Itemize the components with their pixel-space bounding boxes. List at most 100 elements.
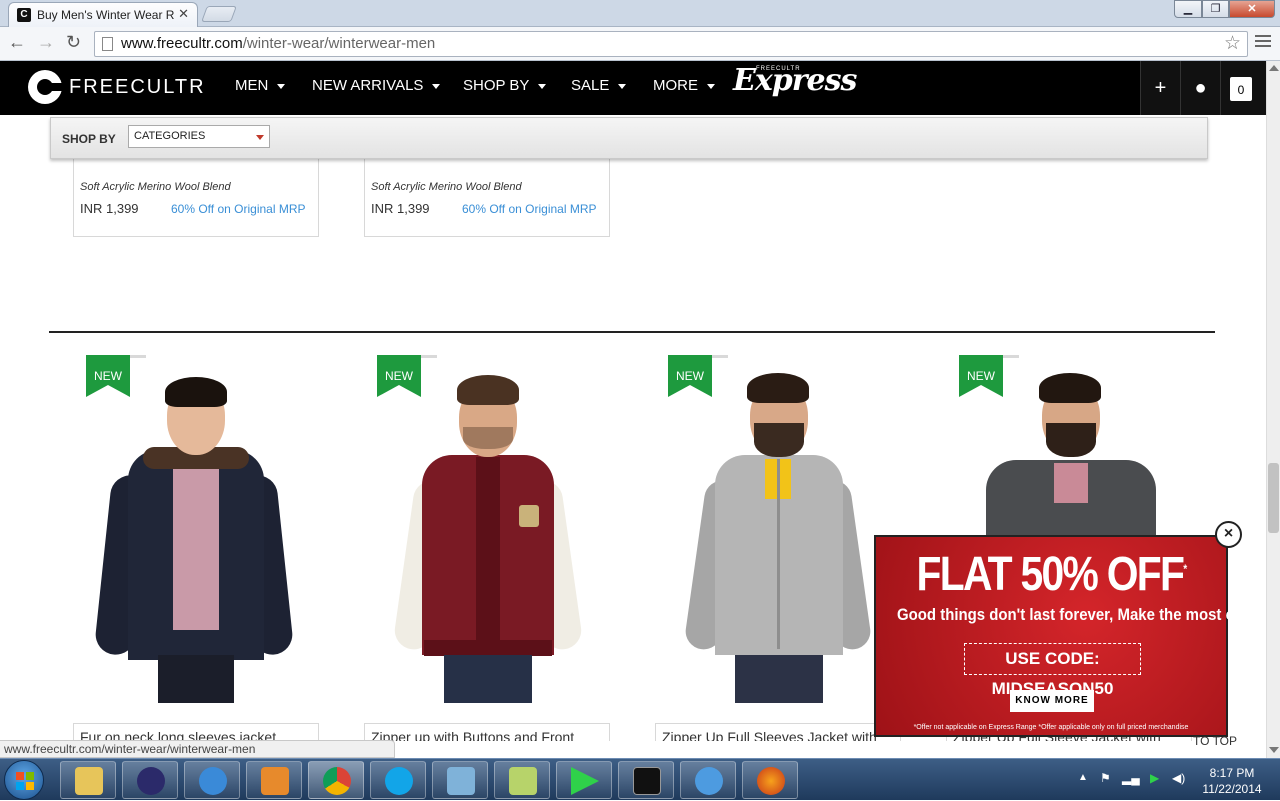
user-account-icon[interactable]: ● bbox=[1180, 61, 1220, 115]
know-more-button[interactable]: KNOW MORE bbox=[1010, 690, 1094, 712]
product-card-previous[interactable]: Soft Acrylic Merino Wool Blend INR 1,399… bbox=[364, 159, 610, 237]
model-figure bbox=[73, 355, 319, 703]
promo-headline-asterisk: * bbox=[1183, 562, 1187, 576]
new-badge-label: NEW bbox=[967, 369, 995, 383]
shop-by-bar: SHOP BY CATEGORIES bbox=[50, 117, 1208, 159]
folder-icon bbox=[75, 767, 103, 795]
link-status-bar: www.freecultr.com/winter-wear/winterwear… bbox=[0, 740, 395, 758]
terminal-icon bbox=[633, 767, 661, 795]
categories-select-value: CATEGORIES bbox=[134, 130, 206, 142]
browser-menu-icon[interactable] bbox=[1255, 35, 1271, 50]
url-domain: www.freecultr.com bbox=[121, 35, 243, 52]
volume-icon[interactable]: ◀) bbox=[1172, 771, 1185, 785]
taskbar-firefox[interactable] bbox=[742, 761, 798, 799]
product-card-previous[interactable]: Soft Acrylic Merino Wool Blend INR 1,399… bbox=[73, 159, 319, 237]
bookmark-star-icon[interactable]: ☆ bbox=[1224, 32, 1241, 56]
express-logo[interactable]: Express bbox=[733, 63, 857, 98]
forward-arrow-icon[interactable]: → bbox=[37, 32, 55, 53]
taskbar-file-explorer[interactable] bbox=[60, 761, 116, 799]
nav-sale[interactable]: SALE bbox=[571, 77, 627, 94]
new-badge-label: NEW bbox=[385, 369, 413, 383]
url-path: /winter-wear/winterwear-men bbox=[242, 35, 436, 52]
promo-subline: Good things don't last forever, Make the… bbox=[897, 605, 1280, 624]
promo-headline: FLAT 50% OFF* bbox=[902, 547, 1200, 602]
section-divider bbox=[49, 331, 1215, 333]
tray-expand-icon[interactable]: ▲ bbox=[1078, 772, 1088, 783]
add-user-icon[interactable]: + bbox=[1140, 61, 1180, 115]
taskbar-green-arrow-app[interactable] bbox=[556, 761, 612, 799]
windows-flag-icon bbox=[16, 772, 34, 790]
promo-close-icon[interactable]: × bbox=[1215, 521, 1242, 548]
taskbar-itunes[interactable] bbox=[680, 761, 736, 799]
browser-tab[interactable]: C Buy Men's Winter Wear Ra ✕ bbox=[8, 2, 198, 27]
page-icon bbox=[102, 37, 113, 51]
scroll-down-icon[interactable] bbox=[1269, 747, 1279, 753]
new-tab-button[interactable] bbox=[201, 6, 237, 22]
nav-new-arrivals[interactable]: NEW ARRIVALS bbox=[312, 77, 441, 94]
back-to-top-link[interactable]: TO TOP bbox=[1193, 734, 1237, 748]
nav-shop-by-label: SHOP BY bbox=[463, 77, 530, 94]
model-figure bbox=[655, 355, 901, 703]
nav-more[interactable]: MORE bbox=[653, 77, 715, 94]
green-arrow-tray-icon[interactable]: ▶ bbox=[1150, 771, 1159, 785]
freecultr-logo-icon[interactable] bbox=[28, 70, 64, 104]
address-bar[interactable]: www.freecultr.com/winter-wear/winterwear… bbox=[94, 31, 1248, 57]
dropdown-arrow-icon bbox=[256, 135, 264, 140]
address-url[interactable]: www.freecultr.com/winter-wear/winterwear… bbox=[121, 32, 435, 56]
site-header: FREECULTR MEN NEW ARRIVALS SHOP BY SALE … bbox=[0, 61, 1266, 115]
back-arrow-icon[interactable]: ← bbox=[8, 32, 26, 53]
control-panel-icon bbox=[447, 767, 475, 795]
discount-link[interactable]: 60% Off on Original MRP bbox=[462, 202, 597, 216]
window-minimize-button[interactable]: ▁ bbox=[1174, 0, 1202, 18]
new-badge: NEW bbox=[668, 355, 728, 399]
promo-popup[interactable]: FLAT 50% OFF* Good things don't last for… bbox=[874, 535, 1280, 737]
tab-close-icon[interactable]: ✕ bbox=[178, 6, 189, 22]
nav-men[interactable]: MEN bbox=[235, 77, 286, 94]
taskbar-internet-explorer[interactable] bbox=[184, 761, 240, 799]
caret-down-icon bbox=[432, 83, 441, 89]
taskbar-media-player[interactable] bbox=[246, 761, 302, 799]
product-image[interactable] bbox=[73, 355, 319, 703]
product-image[interactable] bbox=[364, 355, 610, 703]
caret-down-icon bbox=[538, 83, 547, 89]
discount-link[interactable]: 60% Off on Original MRP bbox=[171, 202, 306, 216]
network-signal-icon[interactable]: ▂▄ bbox=[1122, 771, 1140, 785]
nav-more-label: MORE bbox=[653, 77, 698, 94]
nav-shop-by[interactable]: SHOP BY bbox=[463, 77, 547, 94]
product-price: INR 1,399 bbox=[371, 201, 430, 216]
product-name[interactable]: Zipper up with Buttons and Front Rounded… bbox=[364, 723, 610, 741]
notepad-icon bbox=[509, 767, 537, 795]
taskbar-eclipse[interactable] bbox=[122, 761, 178, 799]
taskbar-control-panel[interactable] bbox=[432, 761, 488, 799]
window-close-button[interactable]: ✕ bbox=[1229, 0, 1275, 18]
skype-icon bbox=[385, 767, 413, 795]
reload-icon[interactable]: ↻ bbox=[66, 32, 81, 53]
browser-toolbar: ← → ↻ www.freecultr.com/winter-wear/wint… bbox=[0, 27, 1280, 61]
media-player-icon bbox=[261, 767, 289, 795]
scroll-thumb[interactable] bbox=[1268, 463, 1279, 533]
product-card[interactable]: NEW Fur on neck long sleeves jacket bbox=[73, 355, 319, 741]
promo-code: USE CODE: MIDSEASON50 bbox=[964, 643, 1141, 698]
categories-select[interactable]: CATEGORIES bbox=[128, 125, 270, 148]
scroll-up-icon[interactable] bbox=[1269, 65, 1279, 71]
taskbar-skype[interactable] bbox=[370, 761, 426, 799]
site-logo-text[interactable]: FREECULTR bbox=[69, 76, 206, 99]
start-button[interactable] bbox=[4, 760, 44, 800]
shop-by-label: SHOP BY bbox=[62, 132, 116, 146]
product-description: Soft Acrylic Merino Wool Blend bbox=[80, 181, 231, 193]
taskbar-clock[interactable]: 8:17 PM 11/22/2014 bbox=[1194, 765, 1270, 797]
window-restore-button[interactable]: ❐ bbox=[1202, 0, 1229, 18]
taskbar-chrome[interactable] bbox=[308, 761, 364, 799]
caret-down-icon bbox=[618, 83, 627, 89]
product-image[interactable] bbox=[655, 355, 901, 703]
product-name[interactable]: Fur on neck long sleeves jacket bbox=[73, 723, 319, 741]
taskbar-command-prompt[interactable] bbox=[618, 761, 674, 799]
vertical-scrollbar[interactable] bbox=[1266, 61, 1280, 758]
product-card[interactable]: NEW Zipper Up Full Sleeves Jacket with L… bbox=[655, 355, 901, 741]
taskbar-notepad-plus[interactable] bbox=[494, 761, 550, 799]
action-center-flag-icon[interactable]: ⚑ bbox=[1100, 771, 1111, 785]
product-card[interactable]: NEW Zipper up with Buttons and Front Rou… bbox=[364, 355, 610, 741]
clock-date: 11/22/2014 bbox=[1202, 782, 1262, 796]
product-name[interactable]: Zipper Up Full Sleeves Jacket with Logo,… bbox=[655, 723, 901, 741]
cart-count[interactable]: 0 bbox=[1230, 77, 1252, 101]
